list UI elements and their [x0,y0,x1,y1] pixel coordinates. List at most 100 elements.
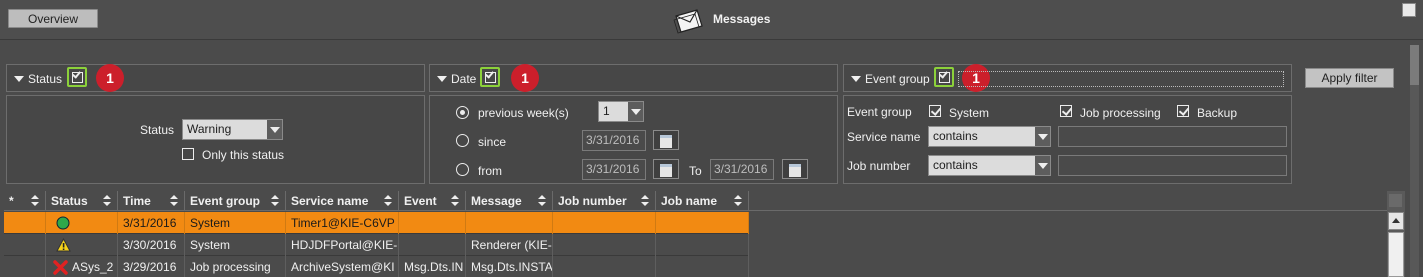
column-header-event[interactable]: Event [399,191,466,211]
row-star-cell [4,234,46,256]
chevron-down-icon[interactable] [1035,156,1050,175]
since-radio[interactable] [456,134,469,147]
page-title: Messages [713,12,771,26]
job-processing-checkbox[interactable] [1060,105,1072,117]
status-cell [46,212,118,234]
to-date-field[interactable]: 3/31/2016 [710,159,774,180]
service-name-cell: Timer1@KIE-C6VP [286,212,399,234]
event-group-filter-checkbox[interactable] [934,67,954,87]
status-ok-icon [56,216,70,230]
previous-weeks-radio[interactable] [456,106,469,119]
status-cell [46,234,118,256]
page-scrollbar[interactable] [1410,45,1419,277]
time-cell: 3/30/2016 [118,234,185,256]
job-name-cell [656,256,749,277]
job-name-cell [656,234,749,256]
table-row[interactable]: ASys_2 3/29/2016 Job processing ArchiveS… [4,256,749,277]
table-row[interactable]: 3/30/2016 System HDJDFPortal@KIE- Render… [4,234,749,256]
only-this-status-checkbox[interactable] [182,148,194,160]
column-header-job-number[interactable]: Job number [553,191,656,211]
sort-icon [641,195,650,207]
sort-icon [271,195,280,207]
row-star-cell [4,256,46,277]
backup-checkbox[interactable] [1177,105,1189,117]
service-name-operator-value: contains [933,129,978,143]
service-name-input[interactable] [1058,126,1287,147]
row-star-cell [4,212,46,234]
status-panel-header[interactable]: Status 1 [6,64,425,92]
from-date-field[interactable]: 3/31/2016 [582,159,646,180]
column-header-time[interactable]: Time [118,191,185,211]
date-panel-header[interactable]: Date 1 [429,64,838,92]
calendar-icon[interactable] [653,130,679,150]
column-header-message[interactable]: Message [466,191,553,211]
job-processing-label: Job processing [1080,106,1161,120]
sort-icon [31,195,40,207]
column-header-status[interactable]: Status [46,191,118,211]
from-label: from [478,164,502,178]
event-group-cell: Job processing [185,256,286,277]
job-number-operator-select[interactable]: contains [928,155,1051,176]
date-badge: 1 [511,64,539,92]
status-text: ASys_2 [72,260,114,274]
status-panel-body: Status Warning Only this status [6,95,425,184]
chevron-down-icon[interactable] [1035,127,1050,146]
page-scroll-thumb[interactable] [1410,45,1419,85]
since-label: since [478,135,507,149]
backup-label: Backup [1197,106,1238,120]
date-filter-checkbox[interactable] [480,67,500,87]
job-number-input[interactable] [1058,155,1287,176]
table-row[interactable]: 3/31/2016 System Timer1@KIE-C6VP [4,212,749,234]
overview-button[interactable]: Overview [8,9,98,28]
column-header-star[interactable]: * [4,191,46,211]
service-name-label: Service name [847,130,921,144]
apply-filter-button[interactable]: Apply filter [1305,68,1394,88]
status-filter-checkbox[interactable] [67,67,87,87]
calendar-icon[interactable] [782,159,808,179]
job-number-cell [553,234,656,256]
scroll-up-button[interactable] [1388,212,1404,230]
weeks-select-value: 1 [603,104,610,118]
service-name-operator-select[interactable]: contains [928,126,1051,147]
chevron-down-icon[interactable] [628,102,643,121]
message-cell [466,212,553,234]
time-cell: 3/31/2016 [118,212,185,234]
status-label: Status [140,123,175,137]
weeks-select[interactable]: 1 [598,101,644,122]
collapse-triangle-icon[interactable] [14,76,24,82]
service-name-cell: ArchiveSystem@KI [286,256,399,277]
event-group-input[interactable] [958,71,1284,87]
column-chooser-icon[interactable] [1389,194,1402,207]
job-number-cell [553,212,656,234]
time-cell: 3/29/2016 [118,256,185,277]
job-number-operator-value: contains [933,158,978,172]
sort-icon [384,195,393,207]
event-group-label: Event group [847,105,912,119]
from-radio[interactable] [456,163,469,176]
collapse-triangle-icon[interactable] [437,76,447,82]
job-number-cell [553,256,656,277]
column-header-service-name[interactable]: Service name [286,191,399,211]
status-panel-label: Status [28,72,63,86]
system-checkbox[interactable] [929,105,941,117]
only-this-status-label: Only this status [202,148,285,162]
to-label: To [689,164,702,178]
column-header-event-group[interactable]: Event group [185,191,286,211]
window-control-button[interactable] [1402,3,1416,17]
event-group-panel-body: Event group System Job processing Backup… [843,95,1292,184]
service-name-cell: HDJDFPortal@KIE- [286,234,399,256]
column-header-job-name[interactable]: Job name [656,191,749,211]
scroll-thumb[interactable] [1388,232,1404,277]
date-panel-label: Date [451,72,477,86]
event-group-cell: System [185,234,286,256]
table-scrollbar[interactable] [1387,191,1405,277]
status-select[interactable]: Warning [182,119,283,140]
status-select-value: Warning [187,122,232,136]
since-date-field[interactable]: 3/31/2016 [582,130,646,151]
chevron-down-icon[interactable] [267,120,282,139]
event-cell [399,234,466,256]
messages-table: * Status Time Event group Service name E… [4,191,1387,277]
collapse-triangle-icon[interactable] [851,76,861,82]
calendar-icon[interactable] [653,159,679,179]
job-number-label: Job number [847,159,911,173]
